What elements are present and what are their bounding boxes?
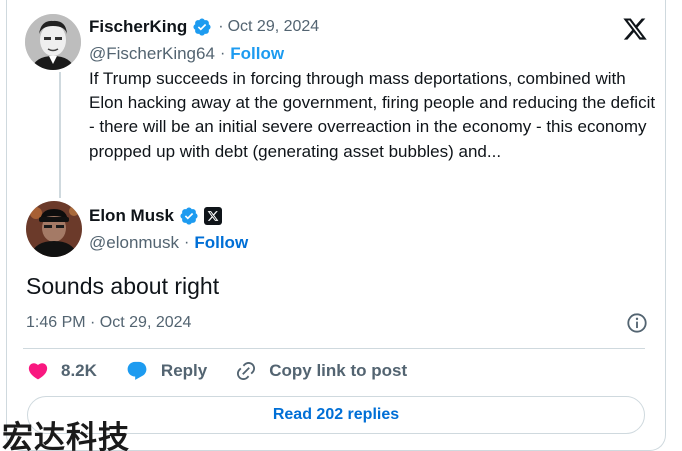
reply-author-row: Elon Musk (89, 206, 223, 226)
like-count: 8.2K (61, 361, 97, 380)
parent-author-row: FischerKing · Oct 29, 2024 (89, 17, 319, 37)
follow-elonmusk-button[interactable]: Follow (194, 233, 248, 253)
reply-label: Reply (160, 361, 208, 380)
reply-tweet-text[interactable]: Sounds about right (26, 273, 219, 300)
watermark-text: 宏达科技 (2, 420, 130, 451)
handle-separator: · (184, 234, 190, 251)
reply-display-name[interactable]: Elon Musk (89, 206, 174, 226)
copy-link-button[interactable]: Copy link to post (235, 360, 407, 382)
thread-connector-line (59, 72, 61, 198)
parent-tweet-text[interactable]: If Trump succeeds in forcing through mas… (89, 67, 659, 164)
reply-handle-row: @elonmusk · Follow (89, 233, 248, 253)
x-logo-icon[interactable] (621, 16, 649, 42)
reply-handle[interactable]: @elonmusk (89, 233, 179, 253)
copy-link-label: Copy link to post (269, 361, 408, 380)
fischerking-avatar[interactable] (25, 14, 81, 70)
tweet-embed-card: FischerKing · Oct 29, 2024 @FischerKing6… (6, 0, 666, 451)
handle-separator: · (219, 45, 226, 62)
like-button[interactable]: 8.2K (27, 360, 97, 382)
link-icon (237, 361, 256, 381)
follow-fischerking-button[interactable]: Follow (230, 44, 284, 64)
verified-badge-icon (180, 207, 198, 225)
reply-timestamp[interactable]: 1:46 PM · Oct 29, 2024 (26, 314, 191, 332)
parent-display-name[interactable]: FischerKing (89, 17, 187, 37)
parent-date-separator: · (218, 18, 224, 35)
heart-icon (28, 363, 48, 380)
parent-handle-row: @FischerKing64 · Follow (89, 44, 284, 64)
reply-bubble-icon (127, 361, 147, 380)
parent-handle[interactable]: @FischerKing64 (89, 44, 215, 64)
verified-badge-icon (193, 18, 211, 36)
action-bar: 8.2K Reply Copy link to post (27, 360, 407, 382)
elonmusk-avatar[interactable] (26, 201, 82, 257)
info-icon[interactable] (626, 312, 648, 334)
x-affiliate-badge-icon (204, 207, 223, 225)
parent-date[interactable]: Oct 29, 2024 (228, 18, 320, 36)
reply-button[interactable]: Reply (125, 360, 207, 382)
divider (23, 348, 645, 349)
